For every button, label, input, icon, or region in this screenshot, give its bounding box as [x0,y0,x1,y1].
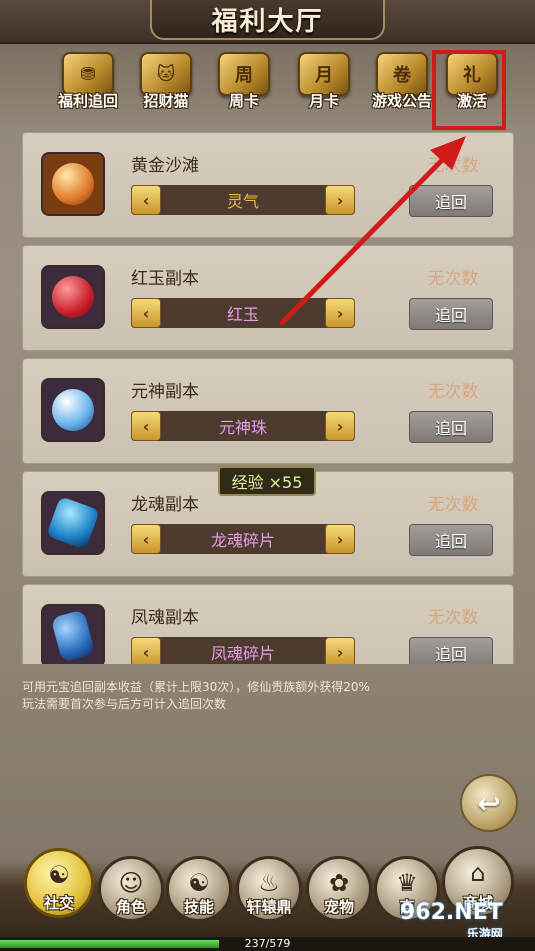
status-text: 无次数 [427,269,479,289]
chevron-right-icon[interactable]: › [325,637,355,664]
pet-icon: ✿ [328,869,350,897]
status-text: 无次数 [427,495,479,515]
spirit-flask-icon [41,152,105,216]
tab-announcement[interactable]: 卷 游戏公告 [366,52,438,122]
footnote-line: 可用元宝追回副本收益（累计上限30次），修仙贵族额外获得20% [22,680,370,694]
nav-label: 轩辕鼎 [246,898,292,916]
nav-pet[interactable]: ✿ 宠物 [306,856,372,922]
item-gem [50,609,96,663]
list-item: 元神副本 ‹ 元神珠 › 无次数 追回 [22,358,514,464]
footnote-line: 玩法需要首次参与后方可计入追回次数 [22,697,227,711]
merchant-icon: ♛ [396,869,418,897]
exp-tooltip: 经验 ×55 [218,466,316,496]
nav-label: 宠物 [323,898,354,916]
row-name: 红玉副本 [131,269,199,289]
reward-selector: ‹ 灵气 › [131,185,355,215]
status-text: 无次数 [427,382,479,402]
nav-label: 角色 [115,898,146,916]
row-name: 凤魂副本 [131,608,199,628]
recall-button[interactable]: 追回 [409,411,493,443]
tab-welfare-recall[interactable]: ⛃ 福利追回 [52,52,124,122]
item-gem [52,163,94,205]
social-icon: ☯ [48,861,70,889]
list-item: 黄金沙滩 ‹ 灵气 › 无次数 追回 [22,132,514,238]
watermark: 962.NET 乐游网 [400,900,503,942]
nav-skill[interactable]: ☯ 技能 [166,856,232,922]
row-name: 元神副本 [131,382,199,402]
nav-label: 社交 [43,894,74,912]
chevron-right-icon[interactable]: › [325,185,355,215]
list-item: 红玉副本 ‹ 红玉 › 无次数 追回 [22,245,514,351]
recall-button[interactable]: 追回 [409,637,493,664]
title-bar: 福利大厅 [0,0,535,44]
reward-value: 龙魂碎片 [210,531,275,550]
tab-label: 周卡 [228,92,259,110]
chevron-left-icon[interactable]: ‹ [131,185,161,215]
row-name: 龙魂副本 [131,495,199,515]
chevron-left-icon[interactable]: ‹ [131,524,161,554]
reward-selector: ‹ 元神珠 › [131,411,355,441]
tab-label: 招财猫 [143,92,189,110]
progress-text: 237/579 [244,937,291,950]
recall-list: 黄金沙滩 ‹ 灵气 › 无次数 追回 红玉副本 ‹ 红玉 › 无次数 追回 元神… [22,132,514,664]
reward-value: 凤魂碎片 [210,644,275,663]
red-jade-icon [41,265,105,329]
recall-button[interactable]: 追回 [409,524,493,556]
chevron-left-icon[interactable]: ‹ [131,637,161,664]
chevron-left-icon[interactable]: ‹ [131,298,161,328]
tab-label: 月卡 [308,92,339,110]
tab-monthly-card[interactable]: 月 月卡 [288,52,360,122]
recall-button[interactable]: 追回 [409,298,493,330]
tab-label: 游戏公告 [371,92,432,110]
nav-character[interactable]: ☺ 角色 [98,856,164,922]
item-gem [52,389,94,431]
title-plate: 福利大厅 [150,0,385,40]
chevron-right-icon[interactable]: › [325,298,355,328]
chevron-right-icon[interactable]: › [325,524,355,554]
nav-cauldron[interactable]: ♨ 轩辕鼎 [236,856,302,922]
highlight-box [432,50,506,130]
character-icon: ☺ [118,869,144,897]
exp-progress-bar: 237/579 [0,937,535,951]
nav-label: 技能 [183,898,214,916]
page-title: 福利大厅 [211,6,324,37]
chevron-left-icon[interactable]: ‹ [131,411,161,441]
reward-value: 红玉 [226,305,259,324]
return-arrow-icon[interactable]: ↩ [460,774,518,832]
dragon-shard-icon [41,491,105,555]
reward-selector: ‹ 红玉 › [131,298,355,328]
phoenix-shard-icon [41,604,105,664]
skill-book-icon: ☯ [188,869,210,897]
tab-weekly-card[interactable]: 周 周卡 [208,52,280,122]
status-text: 无次数 [427,608,479,628]
row-name: 黄金沙滩 [131,156,199,176]
shop-icon: ⌂ [470,859,486,887]
status-text: 无次数 [427,156,479,176]
spirit-orb-icon [41,378,105,442]
watermark-main: 962.NET [400,900,503,925]
item-gem [46,496,100,550]
recall-button[interactable]: 追回 [409,185,493,217]
reward-selector: ‹ 龙魂碎片 › [131,524,355,554]
footnote: 可用元宝追回副本收益（累计上限30次），修仙贵族额外获得20% 玩法需要首次参与… [22,679,512,713]
chevron-right-icon[interactable]: › [325,411,355,441]
reward-selector: ‹ 凤魂碎片 › [131,637,355,664]
tab-label: 福利追回 [57,92,118,110]
cauldron-icon: ♨ [258,869,280,897]
tab-lucky-cat[interactable]: 🐱 招财猫 [130,52,202,122]
reward-value: 元神珠 [218,418,267,437]
reward-value: 灵气 [226,192,259,211]
nav-social[interactable]: ☯ 社交 [24,848,94,918]
list-item: 凤魂副本 ‹ 凤魂碎片 › 无次数 追回 [22,584,514,664]
item-gem [52,276,94,318]
